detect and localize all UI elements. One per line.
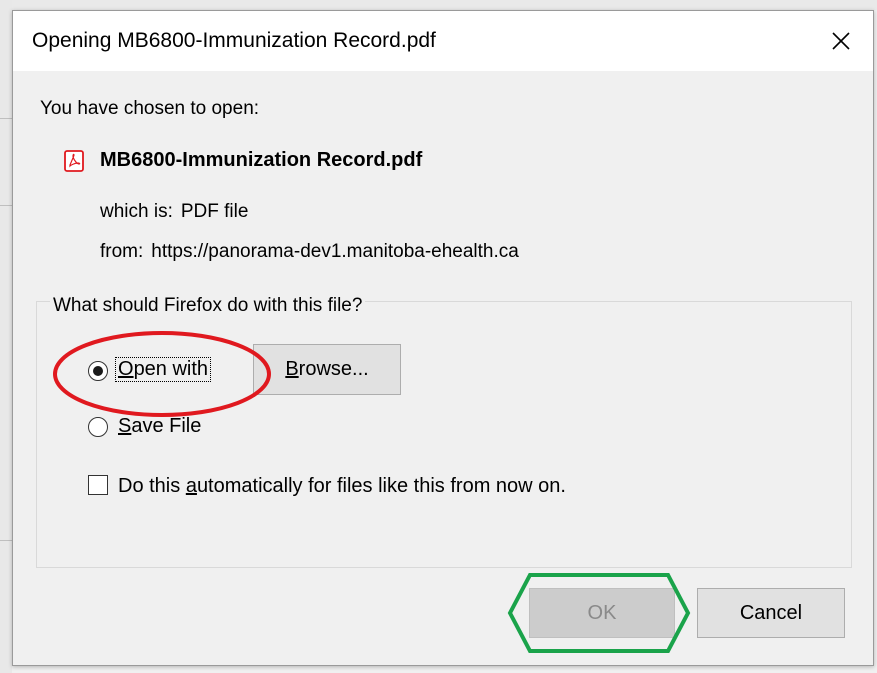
auto-label-before: Do this	[118, 475, 186, 497]
file-name: MB6800-Immunization Record.pdf	[100, 149, 423, 171]
auto-action-checkbox[interactable]	[88, 475, 108, 495]
pdf-file-icon	[64, 150, 84, 172]
open-with-label-rest: pen with	[133, 358, 209, 380]
screenshot-stage: Opening MB6800-Immunization Record.pdf Y…	[0, 0, 877, 673]
browse-label-rest: rowse...	[298, 358, 369, 380]
ok-button[interactable]: OK	[529, 588, 675, 638]
open-with-accel: O	[118, 358, 134, 380]
auto-label-accel: a	[185, 475, 197, 497]
save-file-accel: S	[118, 415, 132, 437]
auto-action-label[interactable]: Do this automatically for files like thi…	[118, 475, 566, 498]
auto-label-after: utomatically for files like this from no…	[196, 475, 566, 497]
file-source-url: https://panorama-dev1.manitoba-ehealth.c…	[151, 241, 519, 262]
dialog-title: Opening MB6800-Immunization Record.pdf	[32, 29, 436, 52]
dialog-titlebar: Opening MB6800-Immunization Record.pdf	[13, 11, 873, 71]
browse-button[interactable]: Browse...	[253, 344, 401, 395]
save-file-label-rest: ave File	[131, 415, 202, 437]
which-is-label: which is:	[100, 201, 173, 222]
radio-selected-dot	[93, 366, 103, 376]
close-button[interactable]	[809, 11, 873, 71]
chosen-label: You have chosen to open:	[40, 98, 260, 119]
cancel-button[interactable]: Cancel	[697, 588, 845, 638]
save-file-radio[interactable]	[88, 417, 108, 437]
file-type-value: PDF file	[180, 201, 249, 222]
file-type-row: which is: PDF file	[100, 201, 248, 223]
action-group-legend: What should Firefox do with this file?	[50, 295, 366, 317]
save-file-label[interactable]: Save File	[118, 415, 201, 438]
background-window-left	[0, 0, 12, 673]
close-icon	[832, 32, 850, 50]
open-file-dialog: Opening MB6800-Immunization Record.pdf Y…	[12, 10, 874, 666]
open-with-label[interactable]: Open with	[114, 357, 212, 382]
file-source-row: from: https://panorama-dev1.manitoba-ehea…	[100, 241, 519, 263]
browse-accel: B	[285, 358, 299, 380]
open-with-radio[interactable]	[88, 361, 108, 381]
from-label: from:	[100, 241, 144, 262]
background-window-top	[0, 0, 877, 10]
